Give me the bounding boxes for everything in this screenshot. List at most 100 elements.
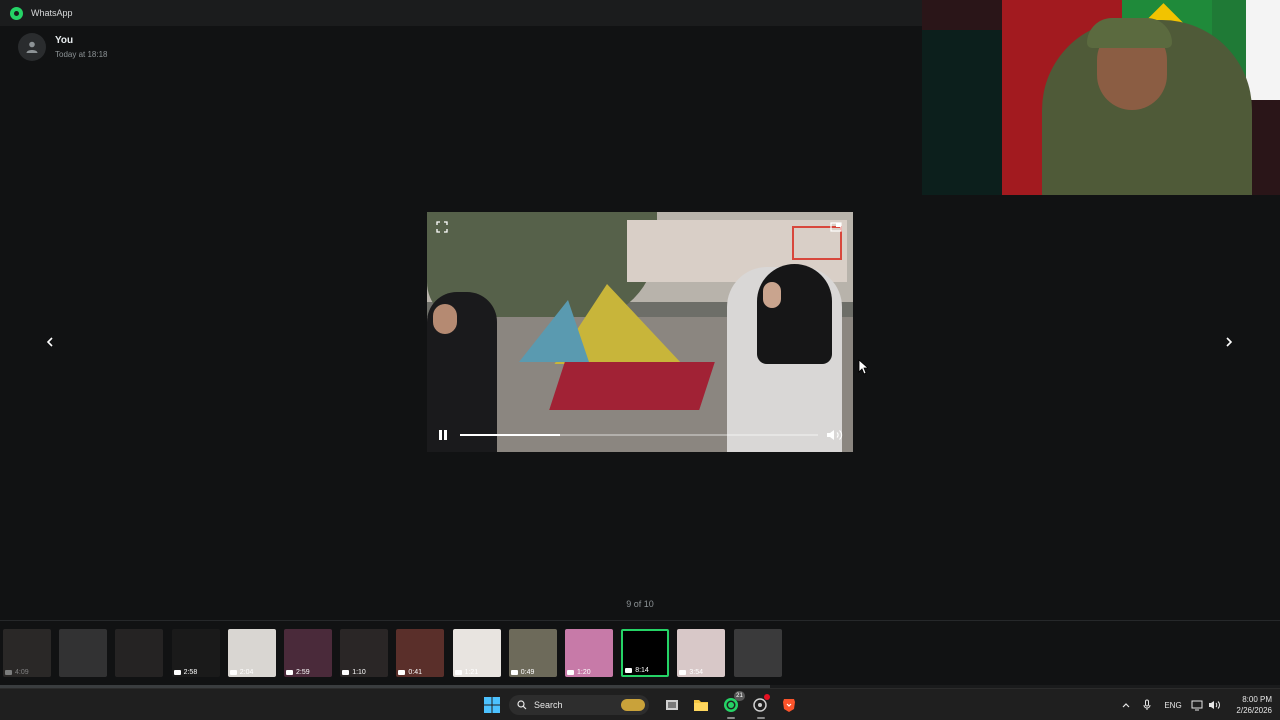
fullscreen-button[interactable] — [433, 218, 451, 236]
thumbnail-duration: 1:20 — [567, 669, 591, 676]
thumbnail-duration: 0:41 — [398, 669, 422, 676]
thumbnail[interactable]: 2:58 — [171, 629, 220, 677]
sender-name: You — [55, 35, 74, 46]
thumbnail-duration: 1:10 — [342, 669, 366, 676]
video-camera-icon — [229, 670, 237, 675]
webcam-overlay — [922, 0, 1280, 195]
thumbnail[interactable] — [115, 629, 164, 677]
thumbnail-duration: 2:04 — [229, 669, 254, 676]
pause-icon — [439, 430, 447, 440]
clock-date: 2/26/2026 — [1236, 706, 1272, 715]
pop-out-icon — [830, 222, 842, 232]
video-camera-icon — [342, 670, 350, 675]
search-label: Search — [534, 700, 563, 710]
thumbnail[interactable]: 4:09 — [3, 629, 51, 677]
thumbnail-duration: 4:09 — [5, 669, 29, 676]
duration-label: 4:09 — [15, 669, 29, 676]
volume-icon — [1208, 701, 1220, 709]
volume-button[interactable] — [824, 427, 848, 443]
thumbnail[interactable]: 0:41 — [396, 629, 445, 677]
duration-label: 0:41 — [408, 669, 423, 676]
video-camera-icon — [286, 670, 293, 675]
thumbnail[interactable]: 2:59 — [284, 629, 332, 677]
thumbnail-duration: 0:49 — [510, 669, 535, 676]
thumbnail[interactable]: 2:04 — [227, 629, 276, 677]
fullscreen-icon — [436, 221, 448, 233]
thumbnail[interactable]: 1:21 — [452, 629, 501, 677]
video-camera-icon — [5, 670, 12, 675]
thumbnail-selected[interactable]: 8:14 — [621, 629, 670, 677]
thumbnail[interactable] — [59, 629, 108, 677]
brave-browser-button[interactable] — [780, 695, 798, 715]
duration-label: 1:10 — [352, 669, 366, 676]
taskbar-search-box[interactable]: Search — [509, 695, 649, 715]
file-explorer-button[interactable] — [692, 695, 710, 715]
thumbnail-duration: 3:54 — [679, 669, 703, 676]
thumbnail[interactable]: 0:49 — [508, 629, 557, 677]
duration-label: 3:54 — [689, 669, 704, 676]
thumbnail-duration: 2:58 — [173, 669, 198, 676]
thumbnail[interactable]: 1:20 — [565, 629, 613, 677]
video-progress-bar[interactable] — [460, 434, 818, 436]
video-progress-fill — [460, 434, 561, 436]
microphone-button[interactable] — [1141, 695, 1153, 715]
thumbnail[interactable] — [733, 629, 782, 677]
previous-media-button[interactable] — [39, 331, 61, 353]
task-view-icon — [666, 700, 678, 710]
app-title: WhatsApp — [31, 8, 73, 18]
next-media-button[interactable] — [1218, 331, 1240, 353]
language-indicator[interactable]: ENG — [1162, 695, 1184, 715]
brave-lion-icon — [783, 699, 795, 712]
video-camera-icon — [173, 670, 181, 675]
duration-label: 1:20 — [577, 669, 591, 676]
browser-app-button[interactable] — [751, 694, 770, 719]
mouse-cursor-icon — [858, 359, 868, 375]
whatsapp-taskbar-button[interactable]: 21 — [721, 691, 745, 719]
start-button[interactable] — [482, 695, 502, 715]
thumbnail[interactable]: 3:54 — [677, 629, 726, 677]
task-view-button[interactable] — [664, 695, 680, 715]
media-counter: 9 of 10 — [626, 599, 654, 609]
folder-icon — [694, 700, 708, 711]
person-icon — [26, 41, 38, 53]
avatar[interactable] — [18, 33, 46, 61]
video-camera-icon — [398, 670, 406, 675]
search-icon — [517, 700, 527, 710]
thumbnail-duration: 1:21 — [454, 669, 479, 676]
notification-dot — [764, 694, 770, 700]
duration-label: 8:14 — [635, 667, 649, 674]
search-highlight-icon — [621, 699, 645, 711]
video-camera-icon — [567, 670, 574, 675]
duration-label: 2:04 — [239, 669, 254, 676]
duration-label: 2:58 — [183, 669, 198, 676]
volume-tray-button[interactable] — [1207, 695, 1221, 715]
pause-button[interactable] — [435, 427, 451, 443]
chevron-right-icon — [1226, 337, 1233, 347]
thumbnail-strip: 4:09 2:58 2:04 2:59 1:10 0:41 1:21 0:49 1:20 8:14… — [0, 620, 1280, 686]
chevron-up-icon — [1122, 703, 1130, 708]
clock-time: 8:00 PM — [1242, 695, 1272, 704]
unread-badge: 21 — [734, 691, 745, 701]
system-clock[interactable]: 8:00 PM 2/26/2026 — [1228, 695, 1272, 715]
sender-time: Today at 18:18 — [55, 50, 108, 59]
thumbnail-duration: 8:14 — [625, 667, 649, 674]
thumbnail[interactable]: 1:10 — [340, 629, 389, 677]
microphone-icon — [1143, 699, 1151, 710]
chevron-left-icon — [46, 337, 53, 347]
video-player[interactable] — [427, 212, 853, 452]
video-camera-icon — [625, 668, 633, 673]
duration-label: 1:21 — [464, 669, 479, 676]
duration-label: 2:59 — [296, 669, 310, 676]
display-button[interactable] — [1190, 695, 1204, 715]
duration-label: 0:49 — [520, 669, 535, 676]
pop-out-button[interactable] — [827, 218, 845, 236]
thumbnail-duration: 2:59 — [286, 669, 310, 676]
video-camera-icon — [454, 670, 462, 675]
video-camera-icon — [679, 670, 687, 675]
windows-taskbar: Search 21 ENG 8:00 PM 2/26/2026 — [0, 688, 1280, 720]
windows-logo-icon — [484, 697, 500, 713]
video-camera-icon — [510, 670, 518, 675]
monitor-icon — [1191, 700, 1203, 710]
show-hidden-icons-button[interactable] — [1120, 695, 1132, 715]
sender-info: You Today at 18:18 — [18, 33, 107, 61]
